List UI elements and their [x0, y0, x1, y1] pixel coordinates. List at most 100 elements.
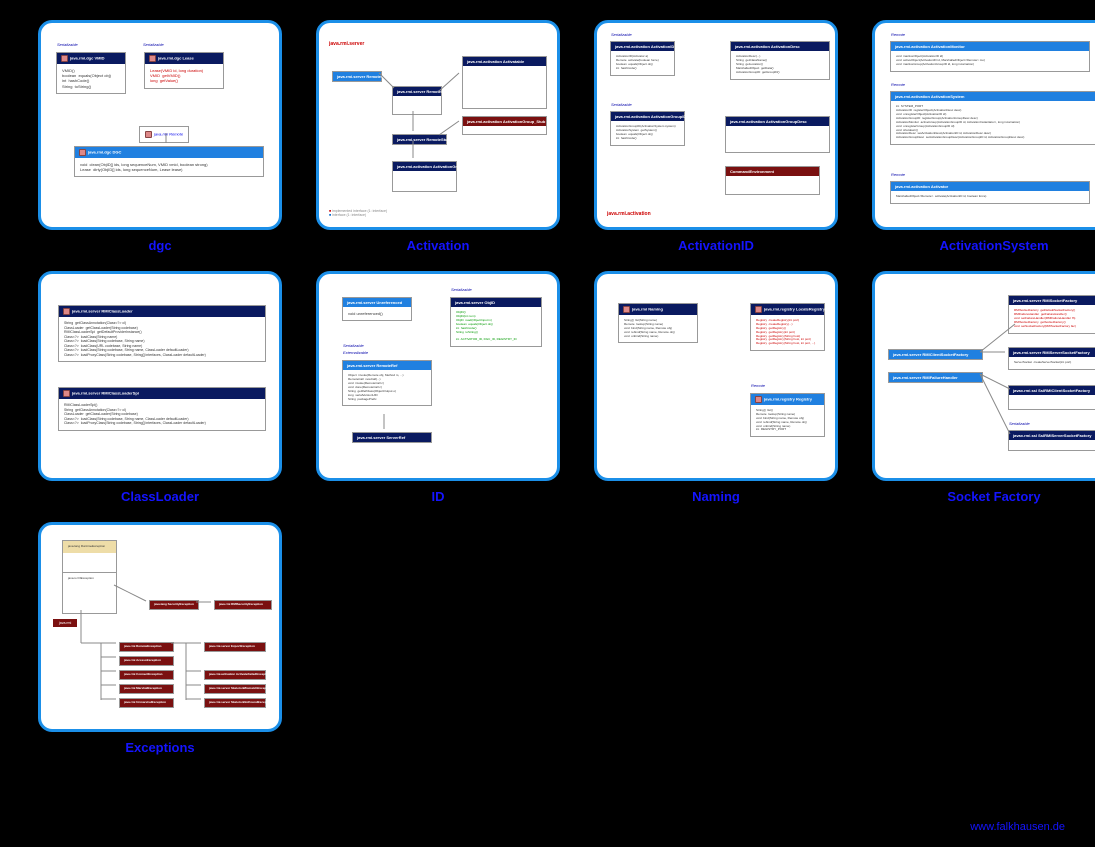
class-skelmm: java.rmi.server SkeletonMismatchExceptio…	[204, 684, 266, 694]
caption-exceptions[interactable]: Exceptions	[125, 740, 194, 755]
body: ActivationDesc(...) String getClassName(…	[731, 51, 829, 78]
thumb-activationid[interactable]: Serializable java.rmi.activation Activat…	[594, 20, 838, 230]
caption-dgc[interactable]: dgc	[148, 238, 171, 253]
caption-activationsystem[interactable]: ActivationSystem	[939, 238, 1048, 253]
vmid-title: java.rmi.dgc VMID	[70, 56, 104, 61]
class-sslclient: javax.rmi.ssl SslRMIClientSocketFactory	[1008, 385, 1095, 410]
hdr: java.rmi.activation ActivationGroupDesc	[726, 117, 829, 126]
thumb-classloader[interactable]: java.rmi.server RMIClassLoader String ge…	[38, 271, 282, 481]
hdr: java.rmi.server ObjID	[451, 298, 541, 307]
hdr: java.lang SecurityException	[150, 601, 198, 609]
hdr: java.io IOException	[63, 573, 116, 585]
thumb-socketfactory[interactable]: java.rmi.server RMISocketFactoryRMISocke…	[872, 271, 1095, 481]
hdr: java.rmi.server ServerRef	[353, 433, 431, 442]
hdr: java.rmi.activation ActivateFailedExcept…	[205, 671, 265, 679]
cell-activationid: Serializable java.rmi.activation Activat…	[586, 20, 846, 253]
hdr: java.rmi.registry Registry	[764, 397, 812, 402]
hdr: java.rmi.activation ActivationGroup	[393, 162, 456, 171]
thumb-dgc[interactable]: Serializable java.rmi.dgc VMID VMID() bo…	[38, 20, 282, 230]
caption-classloader[interactable]: ClassLoader	[121, 489, 199, 504]
body: void inactiveObject(ActivationID id) voi…	[891, 51, 1089, 71]
body: Registry createRegistry(int port) Regist…	[751, 315, 824, 350]
cell-naming: java.rmi NamingString[] list(String name…	[586, 271, 846, 504]
class-rmiclspi: java.rmi.server RMIClassLoaderSpi RMICla…	[58, 387, 266, 431]
iface-serversf: java.rmi.server RMIServerSocketFactorySe…	[1008, 347, 1095, 370]
hdr: java.rmi AccessException	[120, 657, 173, 665]
iface-activator: java.rmi.activation ActivatorMarshalledO…	[890, 181, 1090, 204]
hdr: java.rmi MarshalException	[120, 685, 173, 693]
class-connectex: java.rmi ConnectException	[119, 670, 174, 680]
class-remotestub: java.rmi.server RemoteStub	[392, 134, 447, 145]
hdr: java.lang RuntimeException	[63, 541, 116, 553]
class-rmisecex: java.rmi RMISecurityException	[214, 600, 272, 610]
thumb-exceptions[interactable]: java.lang RuntimeException java.io IOExc…	[38, 522, 282, 732]
caption-activation[interactable]: Activation	[407, 238, 470, 253]
class-locateregistry: java.rmi.registry LocateRegistry Registry…	[750, 303, 825, 351]
hdr: java.rmi RMISecurityException	[215, 601, 271, 609]
iface-actsystem: java.rmi.activation ActivationSystemint …	[890, 91, 1095, 145]
caption-activationid[interactable]: ActivationID	[678, 238, 754, 253]
hdr: java.rmi.activation ActivationMonitor	[891, 42, 1089, 51]
body: RMIClassLoaderSpi() String getClassAnnot…	[59, 399, 265, 430]
class-skelnf: java.rmi.server SkeletonNotFoundExceptio…	[204, 698, 266, 708]
stereo-serializable-2: Serializable	[143, 43, 164, 48]
hdr: java.rmi.server RMIClassLoader	[72, 309, 133, 314]
hdr: java.rmi.activation ActivationGroup_Stub	[463, 117, 546, 126]
hdr: java.rmi ConnectException	[120, 671, 173, 679]
hdr: java.rmi.server RemoteStub	[393, 135, 446, 144]
iface-serverref: java.rmi.server ServerRef	[352, 432, 432, 443]
stereo2: Serializable	[611, 103, 632, 108]
class-icon	[623, 306, 630, 313]
thumb-id[interactable]: java.rmi.server Unreferencedvoid unrefer…	[316, 271, 560, 481]
class-actid-1: java.rmi.activation ActivationIDActivati…	[610, 41, 675, 76]
thumb-activation[interactable]: java.rmi.server java.rmi.server RemoteOb…	[316, 20, 560, 230]
cell-id: java.rmi.server Unreferencedvoid unrefer…	[308, 271, 568, 504]
class-icon	[63, 390, 70, 397]
caption-id[interactable]: ID	[432, 489, 445, 504]
class-activatable: java.rmi.activation Activatable	[462, 56, 547, 109]
class-sslserver: javax.rmi.ssl SslRMIServerSocketFactory	[1008, 430, 1095, 451]
stereo-ser: Serializable	[451, 288, 472, 293]
hdr: java.rmi.server RMIClassLoaderSpi	[72, 391, 139, 396]
hdr: java.rmi.server SkeletonMismatchExceptio…	[205, 685, 265, 693]
class-remoteobject: java.rmi.server RemoteObject	[332, 71, 382, 82]
caption-socketfactory[interactable]: Socket Factory	[947, 489, 1040, 504]
class-remoteex: java.rmi RemoteException	[119, 642, 174, 652]
hdr: java.rmi.activation ActivationSystem	[891, 92, 1095, 101]
caption-naming[interactable]: Naming	[692, 489, 740, 504]
dgc-if-title: java.rmi.dgc DGC	[88, 150, 121, 155]
hdr: java.rmi.server Unreferenced	[343, 298, 411, 307]
body: RMISocketFactory getDefaultSocketFactory…	[1009, 305, 1095, 332]
remote-stereo: Remote	[751, 384, 765, 389]
thumb-activationsystem[interactable]: Remote java.rmi.activation ActivationMon…	[872, 20, 1095, 230]
hdr: javax.rmi.ssl SslRMIServerSocketFactory	[1009, 431, 1095, 440]
class-actgdesc: java.rmi.activation ActivationGroupDesc	[725, 116, 830, 153]
iface-unref: java.rmi.server Unreferencedvoid unrefer…	[342, 297, 412, 321]
interface-icon	[145, 131, 152, 138]
pkg-label: java.rmi.activation	[607, 211, 651, 217]
class-icon	[61, 55, 68, 62]
class-rmicl: java.rmi.server RMIClassLoader String ge…	[58, 305, 266, 362]
pkg-label: java.rmi.server	[329, 41, 364, 47]
hdr: java.rmi.activation ActivationID	[611, 42, 674, 51]
cell-dgc: Serializable java.rmi.dgc VMID VMID() bo…	[30, 20, 290, 253]
class-icon	[63, 308, 70, 315]
hdr: java.rmi.server RemoteObject	[333, 72, 381, 81]
class-unmarsh: java.rmi UnmarshalException	[119, 698, 174, 708]
legend: ■ implemented interface (1: interface) ■…	[329, 209, 387, 217]
class-actgroupstub: java.rmi.activation ActivationGroup_Stub	[462, 116, 547, 135]
hdr: java.rmi.activation Activator	[891, 182, 1089, 191]
class-secex: java.lang SecurityException	[149, 600, 199, 610]
thumb-naming[interactable]: java.rmi NamingString[] list(String name…	[594, 271, 838, 481]
hdr: java.rmi.server SkeletonNotFoundExceptio…	[205, 699, 265, 707]
hdr: java.rmi.registry LocateRegistry	[764, 307, 825, 312]
pkg-rmi: java.rmi	[53, 619, 77, 627]
iface-dgc: java.rmi.dgc DGC void clean(ObjID[] ids,…	[74, 146, 264, 177]
body: MarshalledObject<Remote> activate(Activa…	[891, 191, 1089, 203]
hdr: java.rmi.server RemoteRef	[343, 361, 431, 370]
hdr: java.rmi UnmarshalException	[120, 699, 173, 707]
body: ActivationID(Activator a) Remote activat…	[611, 51, 674, 75]
class-icon	[149, 55, 156, 62]
watermark-link[interactable]: www.falkhausen.de	[970, 821, 1065, 833]
class-actdesc: java.rmi.activation ActivationDescActiva…	[730, 41, 830, 80]
